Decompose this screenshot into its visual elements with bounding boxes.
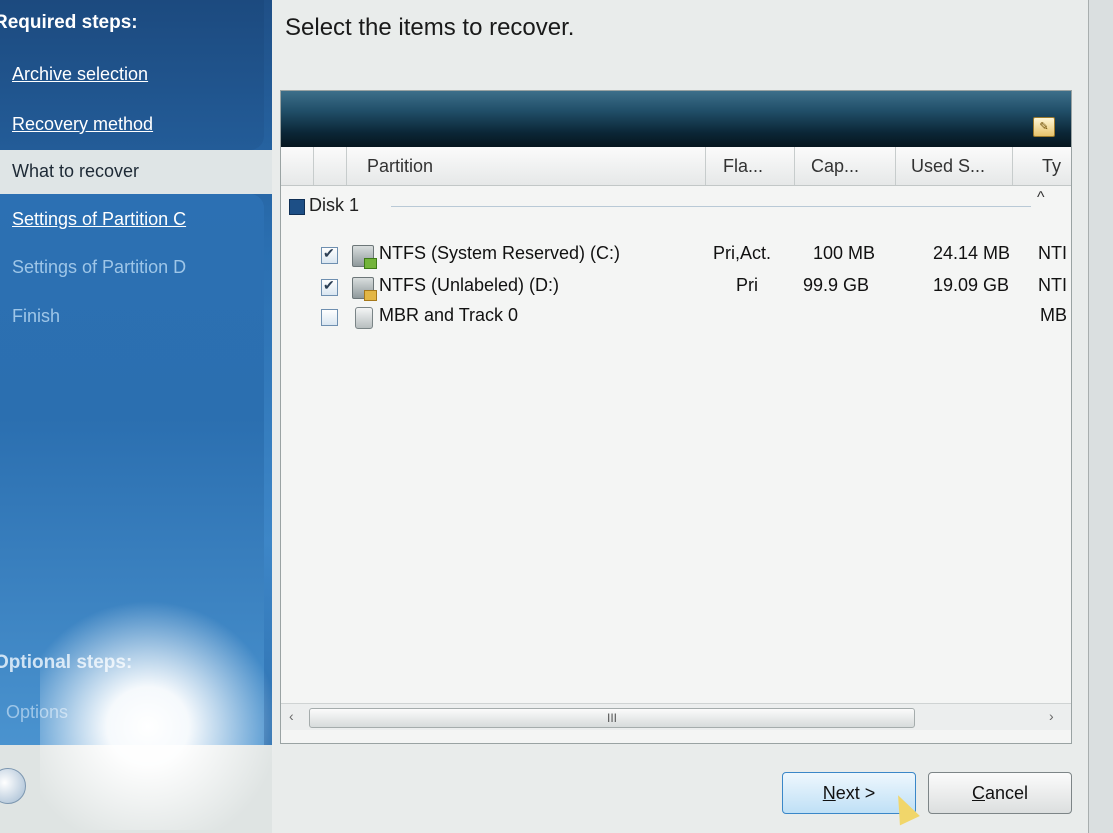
partition-icon xyxy=(352,245,377,269)
mbr-icon xyxy=(355,307,373,329)
horizontal-scrollbar[interactable]: ‹ III › xyxy=(281,703,1071,730)
column-header-used-space[interactable]: Used S... xyxy=(897,147,1013,185)
table-row: NTFS (Unlabeled) (D:) Pri 99.9 GB 19.09 … xyxy=(281,275,1071,301)
table-row: NTFS (System Reserved) (C:) Pri,Act. 100… xyxy=(281,243,1071,269)
cancel-mnemonic: C xyxy=(971,783,985,803)
partition-flags: Pri,Act. xyxy=(713,243,772,263)
next-mnemonic: N xyxy=(822,783,836,803)
cancel-button[interactable]: Cancel xyxy=(928,772,1072,814)
column-header-flags[interactable]: Fla... xyxy=(707,147,795,185)
collapse-chevron-icon[interactable]: ^ xyxy=(1037,189,1045,207)
partition-name: NTFS (Unlabeled) (D:) xyxy=(379,275,560,295)
column-header-row: Partition Fla... Cap... Used S... Ty xyxy=(281,147,1071,186)
background-window-edge xyxy=(1088,0,1113,833)
row-checkbox[interactable] xyxy=(321,309,338,326)
partition-name: NTFS (System Reserved) (C:) xyxy=(379,243,621,263)
step-settings-partition-c[interactable]: Settings of Partition C xyxy=(12,209,186,230)
partition-icon xyxy=(352,277,377,301)
page-heading: Select the items to recover. xyxy=(285,14,575,41)
step-finish: Finish xyxy=(12,306,61,326)
partition-used-space: 24.14 MB xyxy=(933,243,1011,263)
disk-group-label: Disk 1 xyxy=(309,195,360,215)
row-checkbox[interactable] xyxy=(321,245,338,264)
partition-flags: Pri xyxy=(736,275,758,295)
partition-type: MB xyxy=(1040,305,1067,325)
wizard-sidebar: Required steps: Archive selection Recove… xyxy=(0,0,272,833)
optional-steps-header: Optional steps: xyxy=(0,652,133,673)
sidebar-footer xyxy=(0,745,272,833)
partition-used-space: 19.09 GB xyxy=(933,275,1010,295)
partition-type: NTI xyxy=(1038,275,1067,295)
panel-toolbar: ✎ xyxy=(281,91,1071,147)
partition-capacity: 99.9 GB xyxy=(803,275,870,295)
scroll-left-arrow-icon[interactable]: ‹ xyxy=(289,708,294,724)
required-steps-header: Required steps: xyxy=(0,12,138,33)
row-checkbox[interactable] xyxy=(321,277,338,296)
column-header-type[interactable]: Ty xyxy=(1014,147,1071,185)
column-header-spacer-2 xyxy=(314,147,347,185)
column-header-partition[interactable]: Partition xyxy=(347,147,706,185)
partition-type: NTI xyxy=(1038,243,1067,263)
notes-icon[interactable]: ✎ xyxy=(1033,117,1055,137)
cancel-label: ancel xyxy=(984,783,1029,803)
step-settings-partition-d: Settings of Partition D xyxy=(12,257,187,277)
step-what-to-recover: What to recover xyxy=(12,161,140,181)
scroll-right-arrow-icon[interactable]: › xyxy=(1049,708,1054,724)
next-label: ext > xyxy=(835,783,876,803)
disk-group-divider xyxy=(391,206,1031,207)
column-header-spacer-1 xyxy=(281,147,314,185)
step-options[interactable]: Options xyxy=(6,702,68,723)
partition-name: MBR and Track 0 xyxy=(379,305,519,325)
column-header-capacity[interactable]: Cap... xyxy=(796,147,896,185)
partition-capacity: 100 MB xyxy=(813,243,876,263)
step-archive-selection[interactable]: Archive selection xyxy=(12,64,148,85)
disk-icon xyxy=(289,199,305,215)
step-recovery-method[interactable]: Recovery method xyxy=(12,114,153,135)
table-row: MBR and Track 0 MB xyxy=(281,305,1071,331)
scroll-thumb[interactable]: III xyxy=(309,708,915,728)
recovery-items-panel: ✎ Partition Fla... Cap... Used S... Ty D… xyxy=(280,90,1072,744)
